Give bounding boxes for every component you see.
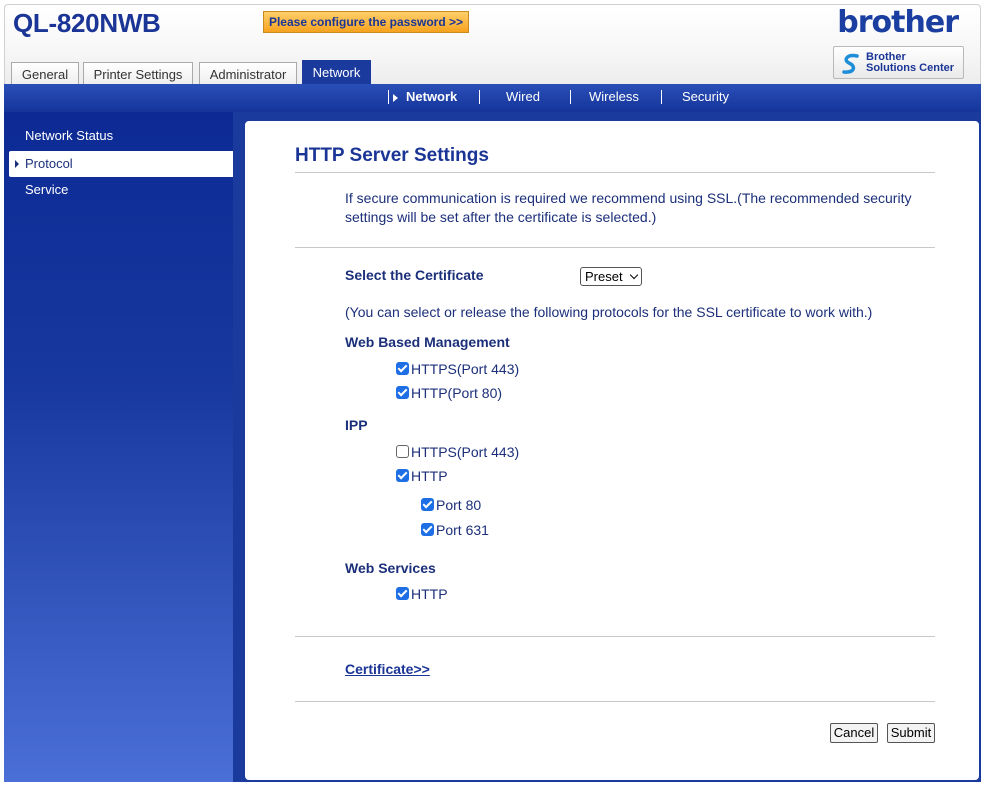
arrow-right-icon	[393, 94, 398, 102]
wbm-https-checkbox[interactable]	[396, 362, 409, 375]
brother-logo: brother	[837, 5, 959, 40]
wbm-http-label: HTTP(Port 80)	[411, 385, 503, 401]
ipp-https-label: HTTPS(Port 443)	[411, 444, 520, 460]
arrow-right-icon	[15, 160, 19, 168]
sidebar-item-label: Protocol	[25, 156, 73, 171]
ssl-recommendation-text: If secure communication is required we r…	[345, 190, 912, 225]
certificate-select[interactable]: Preset	[580, 267, 642, 286]
web-based-management-heading: Web Based Management	[345, 334, 510, 350]
certificate-label: Select the Certificate	[345, 267, 484, 283]
ipp-port631-label: Port 631	[436, 522, 489, 538]
divider	[295, 701, 935, 702]
subnav-separator	[388, 90, 389, 104]
divider	[295, 247, 935, 248]
ipp-port80-label: Port 80	[436, 497, 482, 513]
sidebar-item-protocol[interactable]: Protocol	[9, 151, 233, 177]
solutions-center-button[interactable]: Brother Solutions Center	[833, 46, 964, 79]
ipp-http-label: HTTP	[411, 468, 448, 484]
ipp-port80-checkbox[interactable]	[421, 498, 434, 511]
cancel-button[interactable]: Cancel	[830, 723, 878, 743]
ws-http-label: HTTP	[411, 586, 448, 602]
ws-http-checkbox[interactable]	[396, 587, 409, 600]
model-name: QL-820NWB	[13, 8, 161, 38]
divider	[295, 636, 935, 637]
solutions-center-icon	[842, 53, 859, 74]
header: QL-820NWB Please configure the password …	[4, 4, 981, 88]
submit-button[interactable]: Submit	[887, 723, 935, 743]
network-subnav: Network Wired Wireless Security	[4, 84, 981, 112]
page-title: HTTP Server Settings	[295, 145, 489, 166]
protocols-note: (You can select or release the following…	[345, 304, 873, 320]
ipp-heading: IPP	[345, 417, 368, 433]
divider	[295, 172, 935, 173]
subnav-separator	[570, 90, 571, 104]
certificate-select-value: Preset	[585, 269, 623, 284]
subnav-wired[interactable]: Wired	[506, 84, 540, 112]
subnav-wireless[interactable]: Wireless	[589, 84, 639, 112]
subnav-security[interactable]: Security	[682, 84, 729, 112]
chevron-down-icon	[629, 270, 639, 280]
web-services-heading: Web Services	[345, 560, 436, 576]
solutions-center-label: Brother Solutions Center	[866, 51, 955, 74]
certificate-link[interactable]: Certificate>>	[345, 661, 430, 677]
main-panel: HTTP Server Settings If secure communica…	[243, 119, 981, 782]
subnav-network[interactable]: Network	[406, 84, 457, 112]
ipp-https-checkbox[interactable]	[396, 445, 409, 458]
sidebar-item-service[interactable]: Service	[4, 177, 233, 203]
wbm-http-checkbox[interactable]	[396, 386, 409, 399]
sidebar	[4, 112, 233, 782]
ipp-port631-checkbox[interactable]	[421, 523, 434, 536]
configure-password-button[interactable]: Please configure the password >>	[263, 11, 469, 33]
ipp-http-checkbox[interactable]	[396, 469, 409, 482]
subnav-separator	[661, 90, 662, 104]
sidebar-item-network-status[interactable]: Network Status	[4, 123, 233, 149]
wbm-https-label: HTTPS(Port 443)	[411, 361, 520, 377]
subnav-separator	[479, 90, 480, 104]
